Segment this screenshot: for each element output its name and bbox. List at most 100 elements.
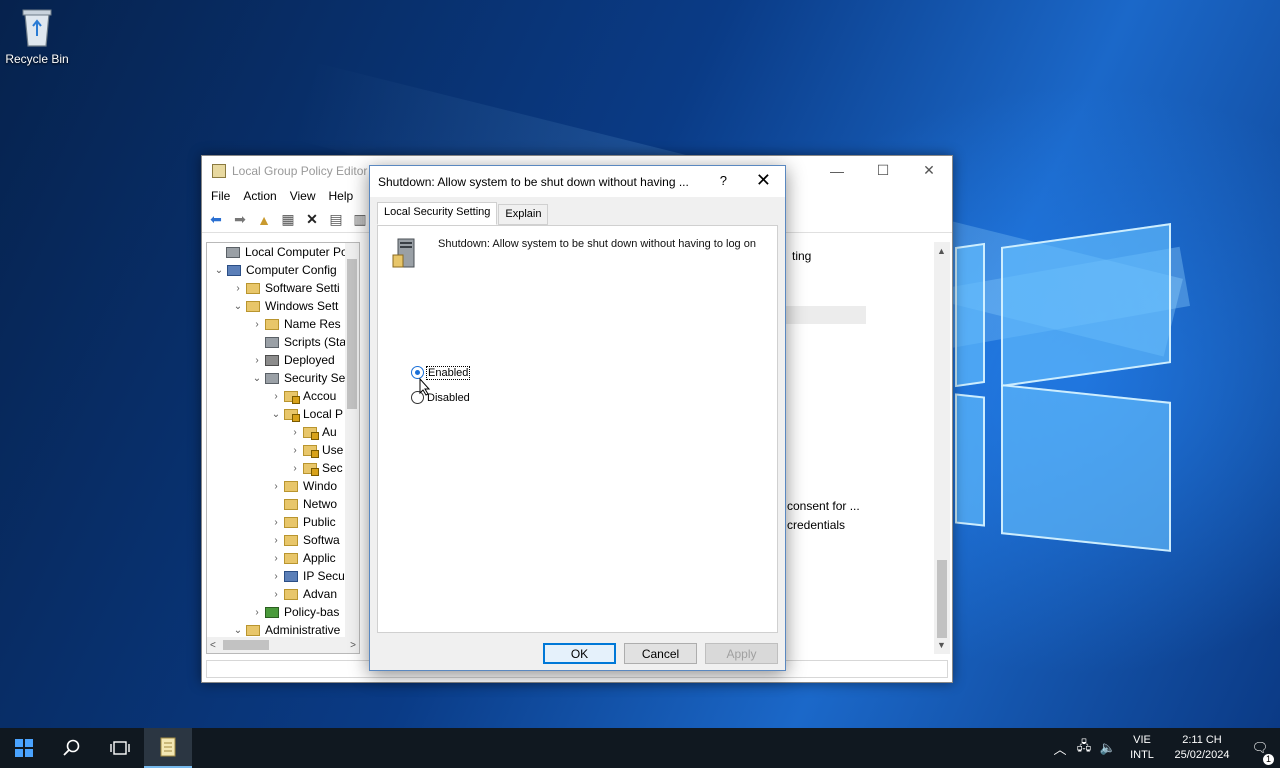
collapsed-chevron-icon[interactable]: › <box>249 319 265 330</box>
expanded-chevron-icon[interactable]: ⌄ <box>230 625 246 636</box>
collapsed-chevron-icon[interactable]: › <box>287 445 303 456</box>
minimize-button[interactable]: — <box>814 156 860 185</box>
export-list-button[interactable]: ▥ <box>350 210 370 230</box>
tree-node[interactable]: Scripts (Sta <box>207 333 359 351</box>
tree-node[interactable]: › Applic <box>207 549 359 567</box>
tree-node[interactable]: ⌄ Computer Config <box>207 261 359 279</box>
tree-node[interactable]: › Software Setti <box>207 279 359 297</box>
selected-policy-row[interactable] <box>786 306 866 324</box>
enabled-label[interactable]: Enabled <box>425 365 471 380</box>
tree-node[interactable]: › Softwa <box>207 531 359 549</box>
tree-horizontal-scrollbar[interactable]: < > <box>207 637 359 653</box>
tree-node[interactable]: Netwo <box>207 495 359 513</box>
tree-node-label: Au <box>322 425 337 439</box>
expanded-chevron-icon[interactable]: ⌄ <box>249 373 265 384</box>
tree-node[interactable]: › Deployed <box>207 351 359 369</box>
gpedit-title: Local Group Policy Editor <box>232 163 368 178</box>
tree-node[interactable]: ⌄ Local P <box>207 405 359 423</box>
collapsed-chevron-icon[interactable]: › <box>268 535 284 546</box>
policy-row-fragment[interactable]: credentials <box>787 518 845 532</box>
console-tree[interactable]: Local Computer Polic ⌄ Computer Config › Sof… <box>206 242 360 654</box>
tree-node[interactable]: › Policy-bas <box>207 603 359 621</box>
policy-row-fragment[interactable]: consent for ... <box>787 499 860 513</box>
tree-node[interactable]: › Windo <box>207 477 359 495</box>
menu-view[interactable]: View <box>285 189 324 203</box>
up-folder-button[interactable]: ▲ <box>254 210 274 230</box>
group-policy-app-icon <box>160 737 176 757</box>
help-button[interactable]: ? <box>720 173 727 188</box>
taskbar-gpedit-button[interactable] <box>144 728 192 768</box>
volume-muted-icon[interactable]: 🔈 <box>1096 740 1120 756</box>
tab-explain[interactable]: Explain <box>498 204 549 225</box>
scroll-down-icon[interactable]: ▼ <box>937 640 946 650</box>
properties-icon: ▤ <box>329 211 343 227</box>
cancel-button[interactable]: Cancel <box>624 643 697 664</box>
collapsed-chevron-icon[interactable]: › <box>287 427 303 438</box>
collapsed-chevron-icon[interactable]: › <box>249 607 265 618</box>
expanded-chevron-icon[interactable]: ⌄ <box>268 409 284 420</box>
list-vertical-scrollbar[interactable]: ▲ ▼ <box>934 242 950 654</box>
dialog-close-button[interactable]: ✕ <box>756 170 771 191</box>
gear-icon <box>265 336 279 348</box>
tree-node[interactable]: ⌄ Windows Sett <box>207 297 359 315</box>
collapsed-chevron-icon[interactable]: › <box>268 517 284 528</box>
properties-button[interactable]: ▤ <box>326 210 346 230</box>
tree-node[interactable]: ⌄ Security Se <box>207 369 359 387</box>
scroll-left-icon[interactable]: < <box>210 640 216 651</box>
maximize-button[interactable]: ☐ <box>860 156 906 185</box>
tree-vscroll-thumb[interactable] <box>347 259 357 409</box>
forward-button[interactable]: ➡ <box>230 210 250 230</box>
tree-vertical-scrollbar[interactable] <box>345 243 359 637</box>
collapsed-chevron-icon[interactable]: › <box>268 553 284 564</box>
input-language-indicator[interactable]: VIE INTL <box>1120 733 1164 763</box>
dialog-titlebar[interactable]: Shutdown: Allow system to be shut down w… <box>370 166 785 197</box>
collapsed-chevron-icon[interactable]: › <box>268 589 284 600</box>
recycle-bin[interactable]: Recycle Bin <box>4 6 70 66</box>
tree-node[interactable]: Local Computer Polic <box>207 243 359 261</box>
tree-node[interactable]: › Advan <box>207 585 359 603</box>
back-button[interactable]: ⬅ <box>206 210 226 230</box>
tree-node[interactable]: › IP Secu <box>207 567 359 585</box>
recycle-bin-icon <box>19 6 55 48</box>
action-center-button[interactable]: 🗨 1 <box>1240 740 1280 765</box>
tree-node[interactable]: › Use <box>207 441 359 459</box>
apply-button[interactable]: Apply <box>705 643 778 664</box>
tab-local-security-setting[interactable]: Local Security Setting <box>377 202 498 225</box>
expanded-chevron-icon[interactable]: ⌄ <box>230 301 246 312</box>
scroll-up-icon[interactable]: ▲ <box>937 246 946 256</box>
close-window-button[interactable]: ✕ <box>906 156 952 185</box>
collapsed-chevron-icon[interactable]: › <box>287 463 303 474</box>
disabled-label[interactable]: Disabled <box>427 392 470 404</box>
scroll-right-icon[interactable]: > <box>350 640 356 651</box>
start-button[interactable] <box>0 728 48 768</box>
collapsed-chevron-icon[interactable]: › <box>268 391 284 402</box>
keyboard-layout: INTL <box>1130 749 1154 761</box>
delete-button[interactable]: ✕ <box>302 210 322 230</box>
tree-node-label: Netwo <box>303 497 338 511</box>
policy-properties-dialog[interactable]: Shutdown: Allow system to be shut down w… <box>369 165 786 671</box>
tree-node[interactable]: › Au <box>207 423 359 441</box>
network-icon[interactable]: 🖧 <box>1072 737 1096 759</box>
list-vscroll-thumb[interactable] <box>937 560 947 638</box>
menu-help[interactable]: Help <box>324 189 362 203</box>
menu-action[interactable]: Action <box>238 189 284 203</box>
tree-node[interactable]: › Public <box>207 513 359 531</box>
show-hidden-icons-chevron-icon[interactable]: ︿ <box>1048 739 1072 758</box>
collapsed-chevron-icon[interactable]: › <box>230 283 246 294</box>
collapsed-chevron-icon[interactable]: › <box>249 355 265 366</box>
search-button[interactable] <box>48 728 96 768</box>
tree-node[interactable]: › Sec <box>207 459 359 477</box>
ok-button[interactable]: OK <box>543 643 616 664</box>
task-view-button[interactable] <box>96 728 144 768</box>
tree-node[interactable]: › Name Res <box>207 315 359 333</box>
delete-x-icon: ✕ <box>306 211 318 227</box>
collapsed-chevron-icon[interactable]: › <box>268 571 284 582</box>
policy-list-pane[interactable]: ▲ ▼ <box>931 242 950 654</box>
tree-hscroll-thumb[interactable] <box>223 640 269 650</box>
menu-file[interactable]: File <box>206 189 238 203</box>
expanded-chevron-icon[interactable]: ⌄ <box>211 265 227 276</box>
tree-node[interactable]: › Accou <box>207 387 359 405</box>
collapsed-chevron-icon[interactable]: › <box>268 481 284 492</box>
clock[interactable]: 2:11 CH 25/02/2024 <box>1164 733 1240 763</box>
show-hide-tree-button[interactable]: ▦ <box>278 210 298 230</box>
